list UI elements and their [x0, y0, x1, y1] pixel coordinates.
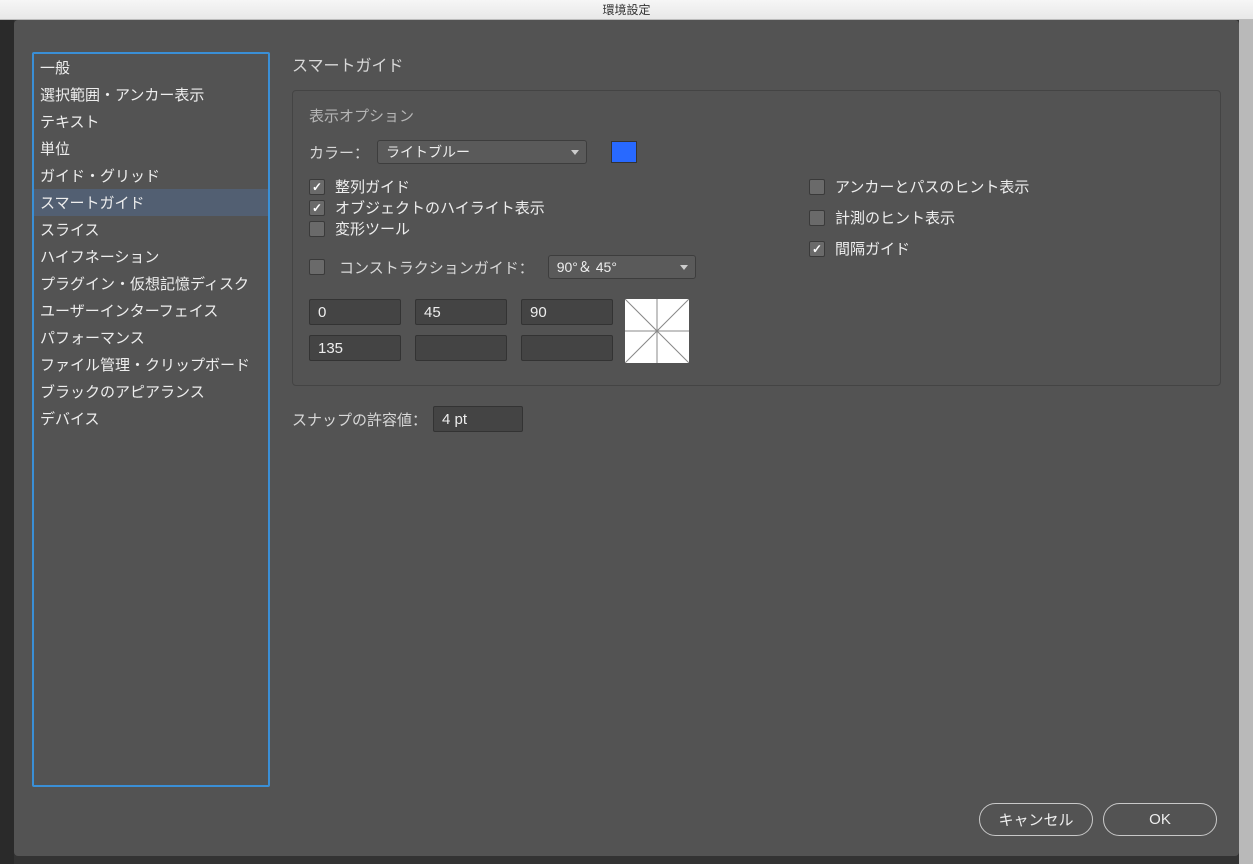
sidebar-item-3[interactable]: 単位	[34, 135, 268, 162]
opt-left-check-2[interactable]	[309, 221, 325, 237]
sidebar-item-5[interactable]: スマートガイド	[34, 189, 268, 216]
snap-row: スナップの許容値：	[292, 406, 1221, 432]
sidebar-item-7[interactable]: ハイフネーション	[34, 243, 268, 270]
snap-input[interactable]	[433, 406, 523, 432]
display-options-group: 表示オプション カラー： ライトブルー 整列ガイドオブジェクトのハイライト表示変…	[292, 90, 1221, 386]
angle-grid	[309, 299, 613, 361]
angle-input-0[interactable]	[309, 299, 401, 325]
opt-right-row-0: アンカーとパスのヒント表示	[809, 176, 1029, 197]
opt-right-check-1[interactable]	[809, 210, 825, 226]
opt-right-row-1: 計測のヒント表示	[809, 207, 1029, 228]
opt-left-row-1: オブジェクトのハイライト表示	[309, 197, 729, 218]
construction-row: コンストラクションガイド： 90°＆ 45°	[309, 255, 729, 279]
window-title: 環境設定	[602, 3, 650, 17]
snap-label: スナップの許容値：	[292, 409, 427, 430]
opt-left-label-1: オブジェクトのハイライト表示	[335, 197, 545, 218]
opt-right-label-0: アンカーとパスのヒント表示	[835, 176, 1029, 197]
color-swatch[interactable]	[611, 141, 637, 163]
angle-input-4[interactable]	[415, 335, 507, 361]
panel-smart-guides: スマートガイド 表示オプション カラー： ライトブルー 整列ガイドオブジェク	[292, 52, 1221, 787]
sidebar-item-9[interactable]: ユーザーインターフェイス	[34, 297, 268, 324]
bg-right	[1239, 20, 1253, 864]
construction-check[interactable]	[309, 259, 325, 275]
angle-preview	[625, 299, 689, 363]
sidebar-item-2[interactable]: テキスト	[34, 108, 268, 135]
preferences-dialog: 一般選択範囲・アンカー表示テキスト単位ガイド・グリッドスマートガイドスライスハイ…	[14, 20, 1239, 856]
construction-label: コンストラクションガイド：	[339, 257, 534, 278]
opt-left-row-0: 整列ガイド	[309, 176, 729, 197]
color-label: カラー：	[309, 142, 369, 163]
opt-right-check-0[interactable]	[809, 179, 825, 195]
dialog-footer: キャンセル OK	[14, 787, 1239, 856]
opt-left-label-0: 整列ガイド	[335, 176, 410, 197]
construction-select[interactable]: 90°＆ 45°	[548, 255, 696, 279]
angle-input-1[interactable]	[415, 299, 507, 325]
sidebar-item-12[interactable]: ブラックのアピアランス	[34, 378, 268, 405]
construction-select-wrap: 90°＆ 45°	[548, 255, 696, 279]
color-select[interactable]: ライトブルー	[377, 140, 587, 164]
cancel-button[interactable]: キャンセル	[979, 803, 1093, 836]
panel-title: スマートガイド	[292, 52, 1221, 76]
ok-button[interactable]: OK	[1103, 803, 1217, 836]
group-title: 表示オプション	[309, 105, 1204, 126]
opt-right-check-2[interactable]	[809, 241, 825, 257]
sidebar-item-10[interactable]: パフォーマンス	[34, 324, 268, 351]
window-titlebar: 環境設定	[0, 0, 1253, 20]
sidebar-item-4[interactable]: ガイド・グリッド	[34, 162, 268, 189]
opt-right-label-2: 間隔ガイド	[835, 238, 910, 259]
opt-right-label-1: 計測のヒント表示	[835, 207, 955, 228]
sidebar-item-11[interactable]: ファイル管理・クリップボード	[34, 351, 268, 378]
opt-left-row-2: 変形ツール	[309, 218, 729, 239]
bg-left	[0, 20, 14, 864]
color-select-wrap: ライトブルー	[377, 140, 587, 164]
opt-left-label-2: 変形ツール	[335, 218, 410, 239]
angle-input-2[interactable]	[521, 299, 613, 325]
angle-input-5[interactable]	[521, 335, 613, 361]
sidebar-item-8[interactable]: プラグイン・仮想記憶ディスク	[34, 270, 268, 297]
sidebar-item-0[interactable]: 一般	[34, 54, 268, 81]
angle-input-3[interactable]	[309, 335, 401, 361]
sidebar-item-6[interactable]: スライス	[34, 216, 268, 243]
sidebar-item-13[interactable]: デバイス	[34, 405, 268, 432]
sidebar-item-1[interactable]: 選択範囲・アンカー表示	[34, 81, 268, 108]
opt-left-check-1[interactable]	[309, 200, 325, 216]
angles-block	[309, 299, 729, 363]
opt-right-row-2: 間隔ガイド	[809, 238, 1029, 259]
color-row: カラー： ライトブルー	[309, 140, 1204, 164]
preferences-sidebar[interactable]: 一般選択範囲・アンカー表示テキスト単位ガイド・グリッドスマートガイドスライスハイ…	[32, 52, 270, 787]
opt-left-check-0[interactable]	[309, 179, 325, 195]
